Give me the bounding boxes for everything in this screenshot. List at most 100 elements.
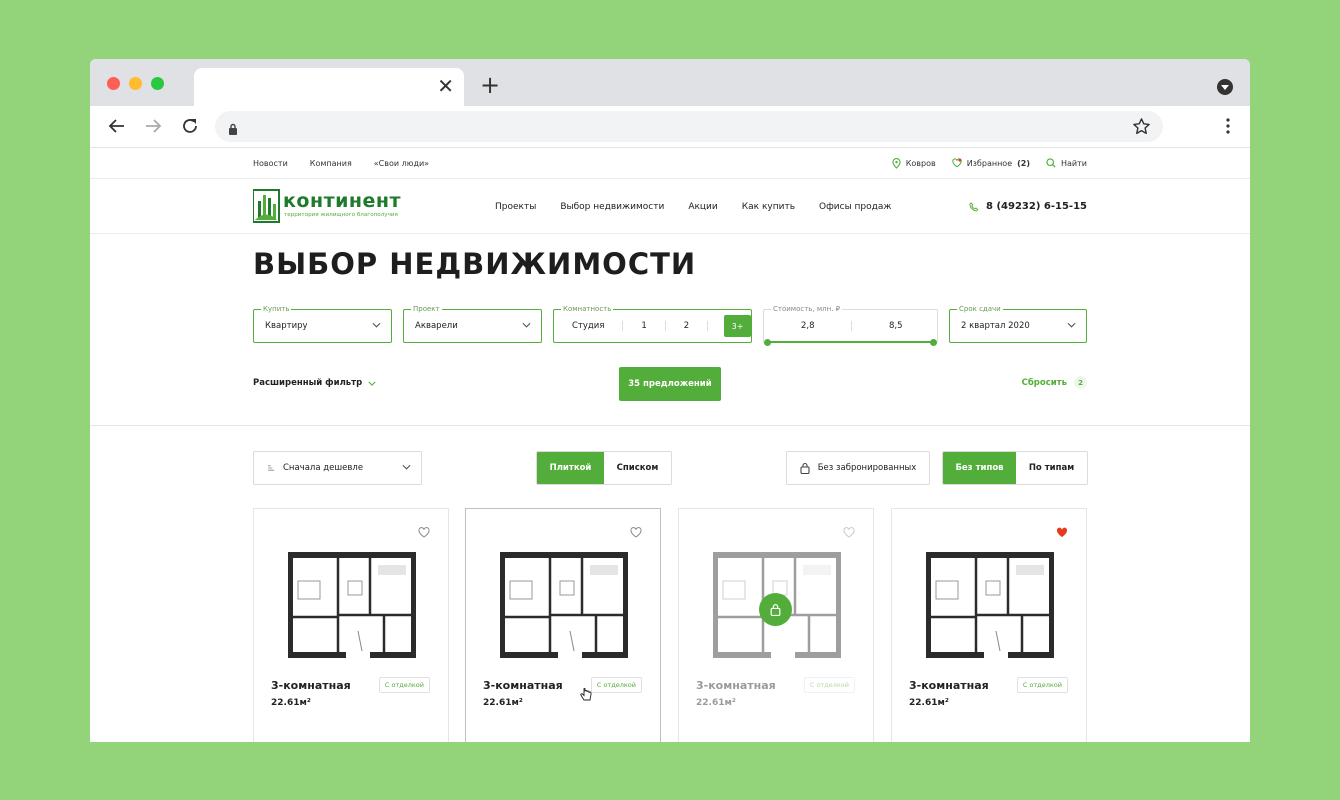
apartment-title: 3-комнатная (271, 679, 351, 692)
chevron-down-icon (372, 322, 381, 328)
favorites-count: (2) (1017, 158, 1031, 168)
nav-item-promotions[interactable]: Акции (688, 202, 717, 212)
finishing-tag: С отделкой (378, 677, 430, 693)
phone-link[interactable]: 8 (49232) 6-15-15 (969, 179, 1087, 234)
deadline-select[interactable]: Срок сдачи 2 квартал 2020 (949, 304, 1087, 343)
view-tiles-button[interactable]: Плиткой (537, 452, 604, 484)
chevron-down-icon (368, 381, 376, 386)
rooms-divider (664, 321, 666, 331)
results-controls: Сначала дешевле Плиткой Списком Без забр… (253, 451, 1088, 485)
price-max[interactable]: 8,5 (889, 310, 903, 342)
apartment-title: 3-комнатная (909, 679, 989, 692)
hand-cursor-icon (580, 687, 592, 701)
chevron-down-icon (402, 464, 411, 470)
favorite-heart-filled-icon[interactable] (1056, 527, 1068, 538)
apartment-card[interactable]: 3-комнатная С отделкой 22.61м² (253, 508, 449, 742)
project-select[interactable]: Проект Акварели (403, 304, 542, 343)
location-pin-icon (892, 157, 901, 169)
price-slider-max-handle[interactable] (930, 339, 937, 346)
reset-label: Сбросить (1021, 377, 1067, 388)
logo-tagline: территория жилищного благополучия (284, 212, 398, 218)
price-slider-min-handle[interactable] (764, 339, 771, 346)
address-bar[interactable] (215, 111, 1163, 142)
heart-icon (952, 158, 962, 168)
forward-icon[interactable] (141, 114, 165, 138)
rooms-option-1[interactable]: 1 (641, 321, 646, 331)
site-header: континент территория жилищного благополу… (90, 179, 1250, 234)
reset-filters-button[interactable]: Сбросить 2 (1022, 376, 1087, 389)
browser-window: ✕ + Новости Компания «Свои люди» Ковров … (90, 59, 1250, 742)
new-tab-icon[interactable]: + (480, 73, 500, 97)
sort-icon (268, 465, 275, 471)
no-reserved-label: Без забронированных (817, 463, 917, 473)
nav-item-sales-offices[interactable]: Офисы продаж (819, 202, 892, 212)
apartment-area: 22.61м² (483, 698, 523, 708)
finishing-tag: С отделкой (590, 677, 642, 693)
floor-plan-image (926, 552, 1054, 666)
search-label: Найти (1061, 158, 1087, 168)
search-link[interactable]: Найти (1046, 158, 1087, 168)
price-range-filter: Стоимость, млн. ₽ 2,8 8,5 (763, 304, 938, 346)
back-icon[interactable] (105, 114, 129, 138)
browser-menu-icon[interactable] (1226, 118, 1230, 138)
window-maximize-dot[interactable] (151, 77, 164, 90)
city-selector[interactable]: Ковров (892, 157, 936, 169)
browser-tab[interactable]: ✕ (194, 68, 464, 106)
browser-toolbar (90, 106, 1250, 148)
close-tab-icon[interactable]: ✕ (437, 74, 454, 98)
sort-select[interactable]: Сначала дешевле (253, 451, 422, 485)
chevron-down-icon (1067, 322, 1076, 328)
bookmark-star-icon[interactable] (1132, 117, 1151, 140)
apartment-card[interactable]: 3-комнатная С отделкой 22.61м² (465, 508, 661, 742)
rooms-option-3plus[interactable]: 3+ (724, 315, 751, 337)
window-close-dot[interactable] (107, 77, 120, 90)
window-minimize-dot[interactable] (129, 77, 142, 90)
topbar-link-news[interactable]: Новости (253, 159, 288, 168)
floor-plan-image (288, 552, 416, 666)
by-types-button[interactable]: По типам (1016, 452, 1087, 484)
finishing-tag: С отделкой (1016, 677, 1068, 693)
filter-actions: Расширенный фильтр 35 предложений Сброси… (253, 367, 1087, 401)
buy-type-select[interactable]: Купить Квартиру (253, 304, 392, 343)
logo-name: континент (283, 190, 402, 212)
price-divider (851, 321, 852, 331)
logo[interactable]: континент территория жилищного благополу… (252, 189, 419, 223)
favorite-heart-icon[interactable] (630, 527, 642, 538)
advanced-filter-toggle[interactable]: Расширенный фильтр (253, 378, 376, 388)
nav-item-how-to-buy[interactable]: Как купить (742, 202, 795, 212)
section-divider (90, 425, 1250, 426)
favorite-heart-icon[interactable] (418, 527, 430, 538)
rooms-option-2[interactable]: 2 (684, 321, 689, 331)
browser-tab-bar: ✕ + (90, 59, 1250, 106)
view-mode-toggle: Плиткой Списком (536, 451, 672, 485)
apartment-area: 22.61м² (909, 698, 949, 708)
city-label: Ковров (905, 158, 936, 168)
view-list-button[interactable]: Списком (604, 452, 671, 484)
advanced-filter-label: Расширенный фильтр (253, 378, 363, 388)
nav-item-projects[interactable]: Проекты (495, 202, 536, 212)
reload-icon[interactable] (178, 114, 202, 138)
show-offers-button[interactable]: 35 предложений (619, 367, 721, 401)
buy-type-value: Квартиру (265, 321, 308, 331)
main-nav: Проекты Выбор недвижимости Акции Как куп… (495, 179, 892, 234)
price-slider-track (767, 341, 934, 343)
no-types-button[interactable]: Без типов (943, 452, 1016, 484)
topbar-link-own-people[interactable]: «Свои люди» (374, 159, 429, 168)
nav-item-property-selection[interactable]: Выбор недвижимости (560, 202, 664, 212)
website: Новости Компания «Свои люди» Ковров Избр… (90, 148, 1250, 742)
favorite-heart-icon[interactable] (843, 527, 855, 538)
apartment-grid: 3-комнатная С отделкой 22.61м² 3-комнатн… (253, 508, 1087, 742)
favorites-link[interactable]: Избранное (2) (952, 158, 1030, 168)
no-reserved-toggle[interactable]: Без забронированных (786, 451, 930, 485)
reset-count-badge: 2 (1074, 376, 1087, 389)
rooms-option-studio[interactable]: Студия (572, 321, 604, 331)
phone-number: 8 (49232) 6-15-15 (986, 201, 1087, 212)
filter-bar: Купить Квартиру Проект Акварели Комнатно… (253, 304, 1087, 346)
price-min[interactable]: 2,8 (801, 310, 815, 342)
tab-search-icon[interactable] (1217, 79, 1233, 95)
lock-icon (770, 604, 781, 616)
apartment-card[interactable]: 3-комнатная С отделкой 22.61м² (891, 508, 1087, 742)
topbar-link-company[interactable]: Компания (310, 159, 352, 168)
apartment-card-reserved[interactable]: 3-комнатная С отделкой 22.61м² (678, 508, 874, 742)
apartment-title: 3-комнатная (483, 679, 563, 692)
